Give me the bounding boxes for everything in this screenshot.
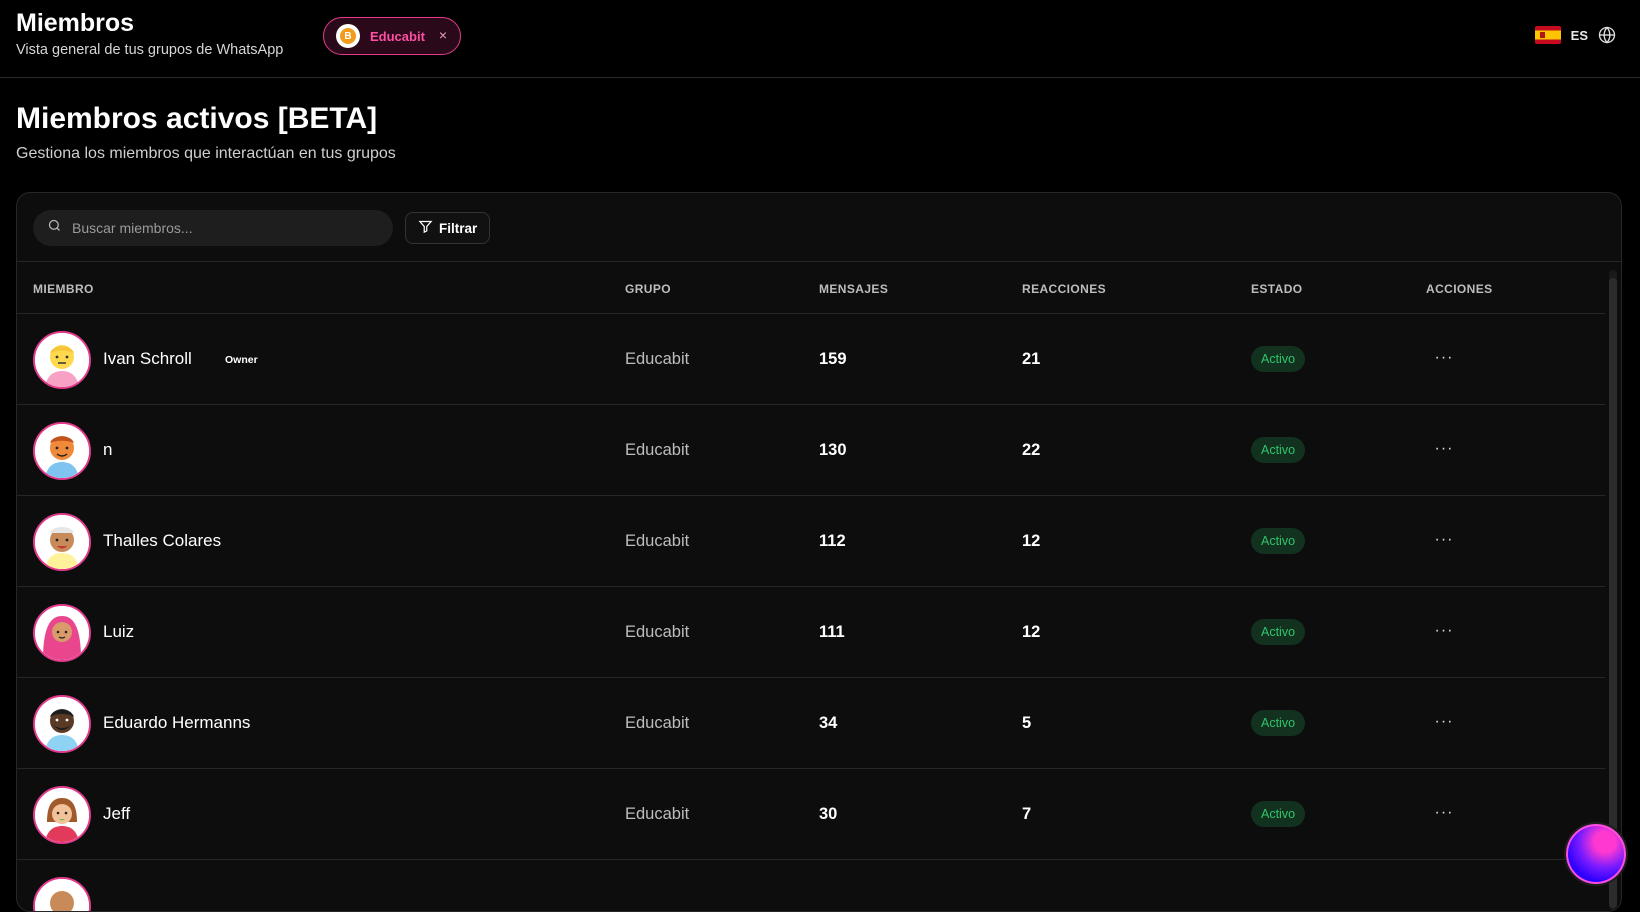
avatar[interactable] <box>33 877 91 911</box>
avatar[interactable] <box>33 422 91 480</box>
column-header-messages[interactable]: MENSAJES <box>819 282 888 296</box>
table-scrollbar[interactable] <box>1609 270 1617 910</box>
member-group: Educabit <box>625 350 690 368</box>
app-subtitle: Vista general de tus grupos de WhatsApp <box>16 42 284 58</box>
table-row[interactable]: Eduardo Hermanns Educabit 34 5 Activo ··… <box>17 678 1605 769</box>
search-box[interactable] <box>33 210 393 246</box>
member-group: Educabit <box>625 805 690 823</box>
member-messages: 159 <box>819 350 847 368</box>
app-title: Miembros <box>16 9 135 37</box>
more-horizontal-icon[interactable]: ··· <box>1431 527 1457 553</box>
member-reactions: 12 <box>1022 623 1041 641</box>
column-header-status[interactable]: ESTADO <box>1251 282 1303 296</box>
search-icon <box>47 218 62 238</box>
filter-button[interactable]: Filtrar <box>405 212 491 244</box>
status-badge: Activo <box>1251 801 1306 827</box>
filter-icon <box>418 219 433 237</box>
member-messages: 111 <box>819 623 845 641</box>
more-horizontal-icon[interactable]: ··· <box>1431 345 1457 371</box>
table-row[interactable]: Jeff Educabit 30 7 Activo ··· <box>17 769 1605 860</box>
avatar[interactable] <box>33 695 91 753</box>
member-name[interactable]: Eduardo Hermanns <box>103 713 250 733</box>
status-badge: Activo <box>1251 437 1306 463</box>
status-badge: Activo <box>1251 528 1306 554</box>
table-body: Ivan Schroll Owner Educabit 159 21 Activ… <box>17 314 1621 911</box>
filter-label: Filtrar <box>439 220 478 236</box>
page-subtitle: Gestiona los miembros que interactúan en… <box>16 145 396 162</box>
avatar[interactable] <box>33 331 91 389</box>
member-name[interactable]: Ivan Schroll <box>103 349 192 369</box>
scrollbar-thumb[interactable] <box>1609 278 1617 908</box>
table-row[interactable]: n Educabit 130 22 Activo ··· <box>17 405 1605 496</box>
group-filter-chip[interactable]: B Educabit × <box>323 17 461 55</box>
table-row[interactable]: Ivan Schroll Owner Educabit 159 21 Activ… <box>17 314 1605 405</box>
member-messages: 30 <box>819 805 838 823</box>
member-group: Educabit <box>625 532 690 550</box>
column-header-group[interactable]: GRUPO <box>625 282 671 296</box>
member-reactions: 21 <box>1022 350 1041 368</box>
table-row[interactable]: Thalles Colares Educabit 112 12 Activo ·… <box>17 496 1605 587</box>
member-name[interactable]: n <box>103 440 112 460</box>
member-reactions: 7 <box>1022 805 1032 823</box>
language-selector[interactable]: ES <box>1534 26 1616 44</box>
top-header: Miembros Vista general de tus grupos de … <box>0 0 1640 78</box>
globe-icon[interactable] <box>1598 26 1616 44</box>
avatar[interactable] <box>33 604 91 662</box>
avatar[interactable] <box>33 513 91 571</box>
member-name[interactable]: Jeff <box>103 804 130 824</box>
status-badge: Activo <box>1251 710 1306 736</box>
avatar[interactable] <box>33 786 91 844</box>
table-header: MIEMBRO GRUPO MENSAJES REACCIONES ESTADO… <box>17 262 1605 314</box>
member-name[interactable]: Luiz <box>103 622 134 642</box>
group-avatar: B <box>336 24 360 48</box>
member-group: Educabit <box>625 714 690 732</box>
member-group: Educabit <box>625 623 690 641</box>
table-row[interactable] <box>17 860 1605 911</box>
column-header-member[interactable]: MIEMBRO <box>33 282 94 296</box>
member-messages: 112 <box>819 532 846 550</box>
status-badge: Activo <box>1251 346 1306 372</box>
member-messages: 34 <box>819 714 838 732</box>
table-row[interactable]: Luiz Educabit 111 12 Activo ··· <box>17 587 1605 678</box>
member-group: Educabit <box>625 441 690 459</box>
assistant-orb-icon[interactable] <box>1564 822 1628 886</box>
member-reactions: 22 <box>1022 441 1041 459</box>
column-header-reactions[interactable]: REACCIONES <box>1022 282 1106 296</box>
more-horizontal-icon[interactable]: ··· <box>1431 800 1457 826</box>
members-panel: Filtrar MIEMBRO GRUPO MENSAJES REACCIONE… <box>16 192 1622 912</box>
more-horizontal-icon[interactable]: ··· <box>1431 709 1457 735</box>
table-toolbar: Filtrar <box>17 193 1621 262</box>
page-title: Miembros activos [BETA] <box>16 102 378 135</box>
search-input[interactable] <box>72 220 372 236</box>
group-chip-label: Educabit <box>370 28 425 44</box>
close-icon[interactable]: × <box>439 27 447 43</box>
more-horizontal-icon[interactable]: ··· <box>1431 436 1457 462</box>
bitcoin-coin-icon: B <box>340 28 356 44</box>
owner-badge: Owner <box>225 354 258 366</box>
member-reactions: 5 <box>1022 714 1032 732</box>
member-messages: 130 <box>819 441 847 459</box>
spain-flag-icon <box>1534 26 1561 44</box>
column-header-actions: ACCIONES <box>1426 282 1493 296</box>
member-reactions: 12 <box>1022 532 1041 550</box>
member-name[interactable]: Thalles Colares <box>103 531 221 551</box>
more-horizontal-icon[interactable]: ··· <box>1431 618 1457 644</box>
status-badge: Activo <box>1251 619 1306 645</box>
language-code: ES <box>1570 27 1588 43</box>
